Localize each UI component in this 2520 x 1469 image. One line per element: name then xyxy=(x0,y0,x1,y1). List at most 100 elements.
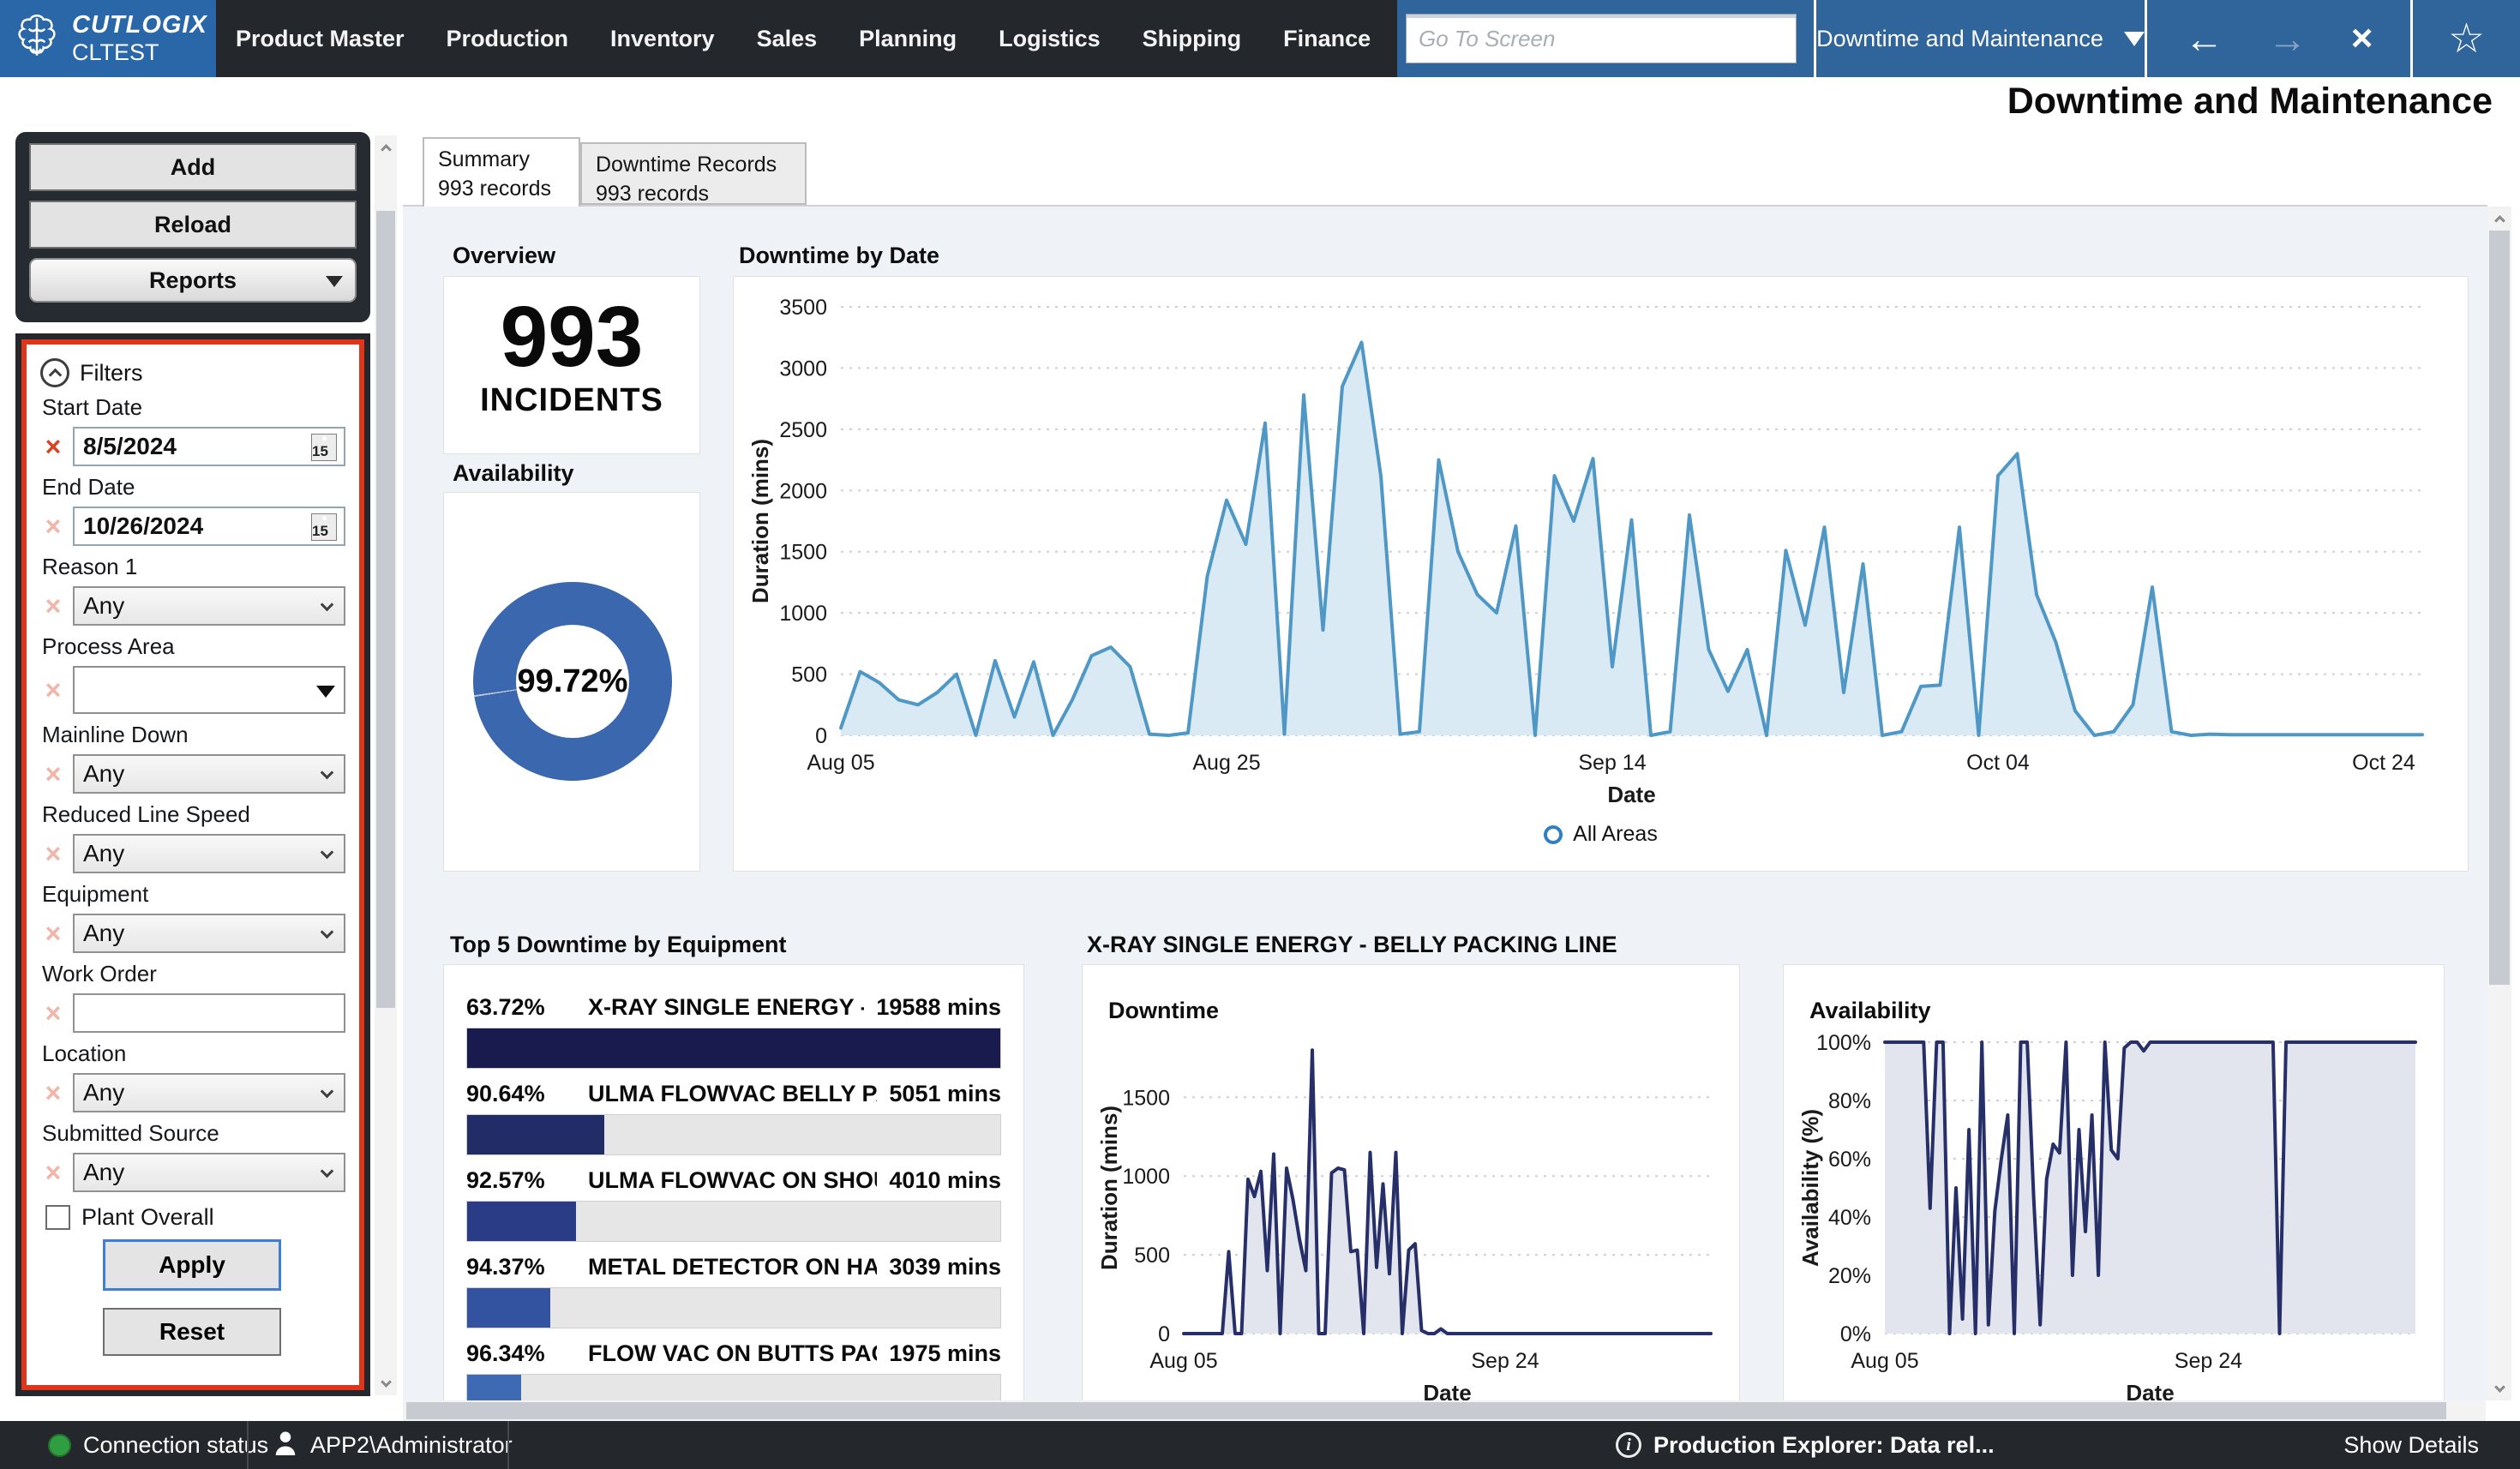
menu-inventory[interactable]: Inventory xyxy=(610,26,715,52)
tab-summary[interactable]: Summary 993 records xyxy=(423,137,580,207)
submitted-source-select[interactable]: Any xyxy=(73,1153,345,1192)
svg-text:0: 0 xyxy=(815,724,827,748)
top5-pct: 63.72% xyxy=(466,994,566,1021)
favorite-star-icon[interactable]: ☆ xyxy=(2448,15,2485,63)
clear-equipment-icon[interactable]: × xyxy=(39,920,68,947)
top5-bar xyxy=(467,1115,604,1154)
menu-shipping[interactable]: Shipping xyxy=(1143,26,1241,52)
clear-mainline-down-icon[interactable]: × xyxy=(39,760,68,788)
start-date-input[interactable]: 8/5/2024 15 xyxy=(73,427,345,466)
content-horizontal-scrollbar-thumb[interactable] xyxy=(406,1402,2446,1419)
summary-dashboard: Overview 993 INCIDENTS Availability 99.7… xyxy=(403,205,2487,1400)
scroll-up-icon[interactable] xyxy=(375,135,397,158)
availability-donut-card: 99.72% xyxy=(443,492,700,872)
equipment-availability-card: Availability 0%20%40%60%80%100%Aug 05Sep… xyxy=(1783,964,2445,1400)
svg-text:Oct 24: Oct 24 xyxy=(2352,751,2415,775)
svg-text:Aug 05: Aug 05 xyxy=(1851,1349,1918,1373)
clear-submitted-source-icon[interactable]: × xyxy=(39,1159,68,1186)
svg-text:100%: 100% xyxy=(1816,1031,1871,1055)
mainline-down-select[interactable]: Any xyxy=(73,754,345,794)
sidebar-scrollbar-thumb[interactable] xyxy=(376,211,395,1008)
go-to-screen-input[interactable] xyxy=(1406,14,1797,63)
mainline-down-value: Any xyxy=(83,760,124,788)
equipment-select[interactable]: Any xyxy=(73,914,345,953)
content-scrollbar[interactable] xyxy=(2487,207,2511,1400)
clear-location-icon[interactable]: × xyxy=(39,1079,68,1106)
user-icon xyxy=(273,1428,298,1463)
scroll-up-icon[interactable] xyxy=(2487,207,2511,229)
apply-button[interactable]: Apply xyxy=(103,1239,281,1291)
screen-selector-dropdown[interactable]: Downtime and Maintenance xyxy=(1814,0,2145,77)
calendar-icon[interactable]: 15 xyxy=(311,434,337,461)
top5-bar xyxy=(467,1028,1000,1068)
menu-logistics[interactable]: Logistics xyxy=(999,26,1101,52)
menu-planning[interactable]: Planning xyxy=(859,26,957,52)
clear-work-order-icon[interactable]: × xyxy=(39,999,68,1027)
tab-downtime-records-count: 993 records xyxy=(596,180,791,209)
location-select[interactable]: Any xyxy=(73,1073,345,1112)
svg-text:Aug 05: Aug 05 xyxy=(1149,1349,1217,1373)
clear-end-date-icon[interactable]: × xyxy=(39,513,68,540)
all-areas-radio-icon[interactable] xyxy=(1544,825,1563,844)
svg-text:1000: 1000 xyxy=(779,602,827,626)
availability-donut-chart: 99.72% xyxy=(473,582,672,781)
tab-summary-label: Summary xyxy=(438,146,565,175)
filters-panel: Filters Start Date × 8/5/2024 15 End Dat… xyxy=(21,339,364,1390)
reason1-select[interactable]: Any xyxy=(73,586,345,626)
show-details-link[interactable]: Show Details xyxy=(2343,1432,2479,1459)
svg-text:2000: 2000 xyxy=(779,479,827,503)
back-arrow-icon[interactable]: ← xyxy=(2185,15,2224,62)
menu-finance[interactable]: Finance xyxy=(1283,26,1371,52)
reload-button[interactable]: Reload xyxy=(29,201,357,249)
scroll-down-icon[interactable] xyxy=(2487,1378,2511,1400)
content-horizontal-scrollbar[interactable] xyxy=(403,1400,2486,1421)
statusbar-divider xyxy=(247,1421,249,1469)
top5-mins: 1975 mins xyxy=(889,1340,1001,1367)
svg-text:Sep 24: Sep 24 xyxy=(1471,1349,1539,1373)
reason1-value: Any xyxy=(83,592,124,620)
menu-sales[interactable]: Sales xyxy=(757,26,818,52)
add-button[interactable]: Add xyxy=(29,143,357,191)
chevron-down-icon xyxy=(321,1165,334,1178)
clear-reduced-line-speed-icon[interactable]: × xyxy=(39,840,68,867)
menu-production[interactable]: Production xyxy=(447,26,569,52)
plant-overall-checkbox[interactable] xyxy=(45,1205,70,1230)
collapse-filters-icon[interactable] xyxy=(40,358,69,387)
work-order-input[interactable] xyxy=(73,993,345,1033)
incident-count: 993 xyxy=(444,292,699,382)
top5-mins: 4010 mins xyxy=(889,1167,1001,1194)
end-date-input[interactable]: 10/26/2024 15 xyxy=(73,507,345,546)
sidebar-scrollbar[interactable] xyxy=(375,135,397,1395)
forward-arrow-icon[interactable]: → xyxy=(2268,15,2307,62)
close-screen-icon[interactable]: × xyxy=(2351,17,2373,60)
svg-text:40%: 40% xyxy=(1828,1206,1871,1230)
process-area-combo[interactable] xyxy=(73,666,345,714)
reset-button[interactable]: Reset xyxy=(103,1308,281,1356)
chevron-down-icon xyxy=(321,926,334,939)
reports-dropdown-button[interactable]: Reports xyxy=(29,258,357,303)
notification-message: Production Explorer: Data rel... xyxy=(1653,1432,1995,1459)
top5-pct: 92.57% xyxy=(466,1167,566,1194)
top5-equipment-name: FLOW VAC ON BUTTS PACKING xyxy=(588,1340,877,1367)
calendar-icon[interactable]: 15 xyxy=(311,513,337,541)
equipment-downtime-card: Downtime 050010001500Aug 05Sep 24DateDur… xyxy=(1082,964,1740,1400)
reduced-line-speed-select[interactable]: Any xyxy=(73,834,345,873)
info-icon[interactable]: i xyxy=(1616,1432,1641,1458)
tab-downtime-records[interactable]: Downtime Records 993 records xyxy=(580,142,807,205)
clear-reason1-icon[interactable]: × xyxy=(39,592,68,620)
top5-equipment-name: ULMA FLOWVAC BELLY PACKING xyxy=(588,1081,877,1107)
content-scrollbar-thumb[interactable] xyxy=(2489,231,2510,985)
menu-product-master[interactable]: Product Master xyxy=(236,26,405,52)
svg-text:Date: Date xyxy=(1423,1380,1471,1400)
scroll-down-icon[interactable] xyxy=(375,1373,397,1395)
filter-label-equipment: Equipment xyxy=(42,881,345,908)
end-date-value: 10/26/2024 xyxy=(83,513,203,540)
clear-start-date-icon[interactable]: × xyxy=(39,433,68,460)
page-title: Downtime and Maintenance xyxy=(2007,81,2493,123)
equipment-availability-title: Availability xyxy=(1809,998,1931,1024)
clear-process-area-icon[interactable]: × xyxy=(39,676,68,704)
status-bar: Connection status APP2\Administrator i P… xyxy=(0,1421,2520,1469)
svg-text:500: 500 xyxy=(791,663,827,687)
top5-pct: 90.64% xyxy=(466,1081,566,1107)
top5-equipment-name: X-RAY SINGLE ENERGY - BELLY P xyxy=(588,994,864,1021)
